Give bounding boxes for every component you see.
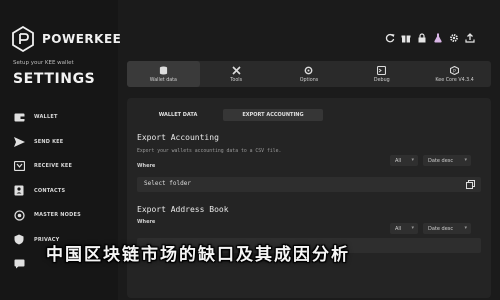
sidebar-item-wallet[interactable]: WALLET [13, 105, 113, 130]
refresh-icon[interactable] [384, 32, 395, 43]
sidebar-item-master-nodes[interactable]: MASTER NODES [13, 203, 113, 228]
wallet-data-panel: WALLET DATA EXPORT ACCOUNTING Export Acc… [127, 98, 491, 298]
select-value: All [395, 157, 402, 164]
accounting-sort-select[interactable]: Date desc ▾ [423, 155, 471, 166]
subtab-wallet-data[interactable]: WALLET DATA [133, 109, 223, 121]
export-accounting-description: Export your wallets accounting data to a… [137, 149, 282, 154]
powerkee-logo-icon [12, 26, 34, 52]
tab-wallet-data[interactable]: Wallet data [127, 61, 200, 87]
settings-icon[interactable] [448, 32, 459, 43]
kee-core-icon: P [450, 65, 460, 75]
overlay-caption: 中国区块链市场的缺口及其成因分析 [46, 245, 350, 265]
master-nodes-icon [13, 209, 25, 221]
select-value: Date desc [428, 157, 454, 164]
gift-icon[interactable] [400, 32, 411, 43]
wallet-icon [13, 111, 25, 123]
send-icon [13, 136, 25, 148]
address-book-sort-select[interactable]: Date desc ▾ [423, 223, 471, 234]
database-icon [159, 66, 167, 74]
accounting-folder-field[interactable]: Select folder [137, 177, 481, 192]
sidebar-item-receive-kee[interactable]: RECEIVE KEE [13, 154, 113, 179]
sidebar-item-label: CONTACTS [34, 187, 66, 194]
export-address-book-where-label: Where [137, 219, 156, 225]
top-toolbar [384, 32, 475, 43]
address-book-filter-select[interactable]: All ▾ [390, 223, 418, 234]
potion-icon[interactable] [432, 32, 443, 43]
lock-icon[interactable] [416, 32, 427, 43]
tab-debug[interactable]: Debug [345, 61, 418, 87]
chevron-down-icon: ▾ [464, 157, 467, 163]
chevron-down-icon: ▾ [411, 225, 414, 231]
settings-tabs: Wallet data Tools Options Debug P Kee Co… [127, 61, 491, 87]
svg-text:P: P [453, 68, 456, 74]
brand-name: POWERKEE [42, 32, 122, 46]
contacts-icon [13, 185, 25, 197]
upload-icon[interactable] [464, 32, 475, 43]
select-value: All [395, 225, 402, 232]
setup-subtitle: Setup your KEE wallet [13, 60, 74, 66]
export-accounting-where-label: Where [137, 163, 156, 169]
chat-icon [13, 258, 25, 270]
options-icon [305, 66, 313, 74]
chevron-down-icon: ▾ [464, 225, 467, 231]
sidebar-item-label: RECEIVE KEE [34, 163, 73, 170]
tab-kee-core[interactable]: P Kee Core V4.3.4 [418, 61, 491, 87]
tab-label: Tools [230, 77, 243, 83]
export-accounting-title: Export Accounting [137, 133, 219, 142]
sidebar-item-contacts[interactable]: CONTACTS [13, 179, 113, 204]
copy-icon[interactable] [466, 180, 475, 189]
sidebar-item-label: SEND KEE [34, 138, 64, 145]
debug-icon [377, 65, 387, 75]
tools-icon [232, 65, 241, 75]
accounting-filter-select[interactable]: All ▾ [390, 155, 418, 166]
tab-tools[interactable]: Tools [200, 61, 273, 87]
folder-placeholder: Select folder [144, 180, 191, 187]
tab-label: Debug [373, 77, 390, 83]
sidebar-item-send-kee[interactable]: SEND KEE [13, 130, 113, 155]
subtabs: WALLET DATA EXPORT ACCOUNTING [133, 109, 323, 121]
chevron-down-icon: ▾ [411, 157, 414, 163]
logo: POWERKEE [12, 26, 121, 52]
subtab-export-accounting[interactable]: EXPORT ACCOUNTING [223, 109, 323, 121]
tab-label: Kee Core V4.3.4 [435, 77, 474, 83]
select-value: Date desc [428, 225, 454, 232]
export-address-book-title: Export Address Book [137, 205, 229, 214]
tab-label: Wallet data [149, 77, 177, 83]
receive-icon [13, 160, 25, 172]
tab-options[interactable]: Options [273, 61, 346, 87]
tab-label: Options [299, 77, 319, 83]
sidebar-item-label: MASTER NODES [34, 212, 81, 219]
privacy-icon [13, 234, 25, 246]
sidebar-item-label: WALLET [34, 114, 58, 121]
page-title: SETTINGS [13, 71, 96, 87]
